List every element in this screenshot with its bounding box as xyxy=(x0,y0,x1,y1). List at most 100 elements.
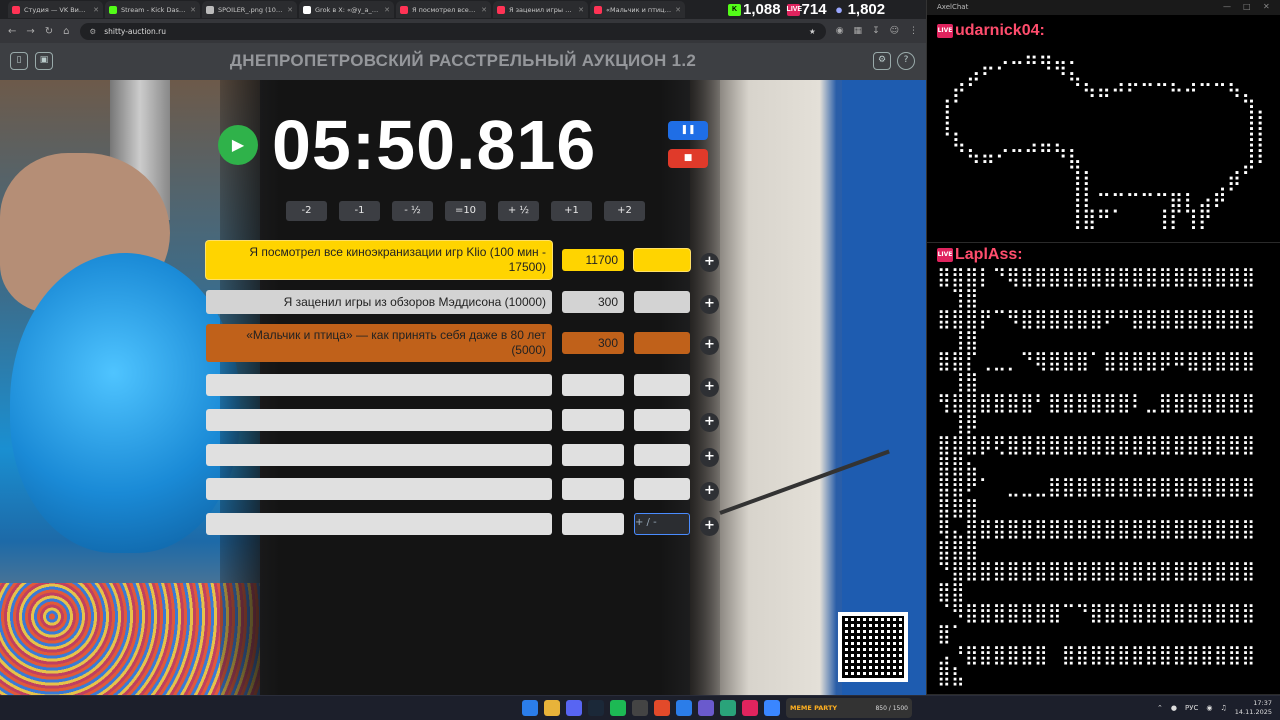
forward-icon[interactable]: → xyxy=(26,26,34,37)
browser-tab[interactable]: Я заценил игры из обз ✕ xyxy=(493,1,588,18)
back-icon[interactable]: ← xyxy=(8,26,16,37)
add-bid-button[interactable]: + xyxy=(700,252,719,272)
tab-label: Я заценил игры из обз xyxy=(509,5,574,14)
chat-art-line: ⣿⣿ xyxy=(937,581,965,603)
taskbar-app-icon[interactable] xyxy=(588,700,604,716)
site-info-icon[interactable]: ⚙ xyxy=(90,27,97,36)
lot-name[interactable]: «Мальчик и птица» — как принять себя даж… xyxy=(206,324,552,362)
add-bid-button[interactable]: + xyxy=(700,294,719,314)
download-icon[interactable]: ↧ xyxy=(872,26,880,36)
browser-tab[interactable]: Grok в X: «@y_a_d_i_r ✕ xyxy=(299,1,394,18)
pause-button[interactable]: ❚❚ xyxy=(668,121,708,140)
lot-extra-input[interactable]: + / - xyxy=(634,513,690,535)
minimize-icon[interactable]: — xyxy=(1223,2,1231,11)
lot-amount[interactable] xyxy=(562,478,624,500)
profile-icon[interactable]: ☺ xyxy=(890,26,899,36)
taskbar-app-icon[interactable] xyxy=(566,700,582,716)
stop-button[interactable]: ■ xyxy=(668,149,708,168)
mic-icon[interactable]: ● xyxy=(1171,704,1177,712)
help-button[interactable]: ? xyxy=(897,52,915,70)
timer-adjust-button[interactable]: -2 xyxy=(286,201,327,221)
lot-name[interactable] xyxy=(206,513,552,535)
tab-close-icon[interactable]: ✕ xyxy=(675,6,681,14)
add-bid-button[interactable]: + xyxy=(700,377,719,397)
chat-art-line: ⠀⠀⠀⠀⠀⠀⠀⠀⠀⢸⣧⣤⠄⠀⠀⢠⡿⢧⣾⠋⠀⠀⠀ xyxy=(937,196,1271,219)
lot-amount[interactable]: 300 xyxy=(562,291,624,313)
lot-amount[interactable]: 11700 xyxy=(562,249,624,271)
maximize-icon[interactable]: □ xyxy=(1243,2,1251,11)
taskbar-app-icon[interactable] xyxy=(676,700,692,716)
taskbar-app-icon[interactable] xyxy=(764,700,780,716)
lot-extra-input[interactable] xyxy=(634,291,690,313)
lot-name[interactable] xyxy=(206,478,552,500)
lot-amount[interactable] xyxy=(562,513,624,535)
lot-extra-input[interactable] xyxy=(634,444,690,466)
lot-name[interactable] xyxy=(206,374,552,396)
timer-adjust-button[interactable]: +1 xyxy=(551,201,592,221)
url-text[interactable]: shitty-auction.ru xyxy=(104,27,166,36)
wifi-icon[interactable]: ◉ xyxy=(1206,704,1212,712)
puzzle-icon[interactable]: ▦ xyxy=(854,26,863,36)
add-bid-button[interactable]: + xyxy=(700,516,719,536)
lot-extra-input[interactable] xyxy=(634,249,690,271)
add-bid-button[interactable]: + xyxy=(700,481,719,501)
browser-tab[interactable]: SPOILER_.png (1024× ✕ xyxy=(202,1,297,18)
taskbar-app-icon[interactable] xyxy=(522,700,538,716)
play-button[interactable]: ▶ xyxy=(218,125,258,165)
browser-tab[interactable]: Stream - Kick Dashboar ✕ xyxy=(105,1,200,18)
tab-close-icon[interactable]: ✕ xyxy=(190,6,196,14)
reload-icon[interactable]: ↻ xyxy=(45,26,53,37)
browser-tab[interactable]: Студия — VK Видео Li ✕ xyxy=(8,1,103,18)
lot-amount[interactable] xyxy=(562,374,624,396)
timer-adjust-button[interactable]: -1 xyxy=(339,201,380,221)
chat-art-line: ⣿⣿⡏⢀⣀⡀⠙⢿⣿⣿⣿⠁⣿⣿⣿⣿⡿⠿⣿⣿⣿⣿⣿ xyxy=(937,350,1256,372)
add-bid-button[interactable]: + xyxy=(700,447,719,467)
bookmark-star-icon[interactable]: ★ xyxy=(809,27,816,36)
settings-button[interactable]: ⚙ xyxy=(873,52,891,70)
chat-art-line: ⠈⠻⣿⣿⣿⣿⣿⣿⣿⠉⠙⣿⣿⣿⣿⣿⣿⣿⣿⣿⣿⣿⣿ xyxy=(937,602,1256,624)
timer-adjust-button[interactable]: + ½ xyxy=(498,201,539,221)
tab-label: Я посмотрел все кино xyxy=(412,5,477,14)
timer-adjust-button[interactable]: =10 xyxy=(445,201,486,221)
lot-amount[interactable]: 300 xyxy=(562,332,624,354)
lot-extra-input[interactable] xyxy=(634,478,690,500)
extension-icon[interactable]: ◉ xyxy=(836,26,844,36)
menu-icon[interactable]: ⋮ xyxy=(909,26,918,36)
volume-icon[interactable]: ♫ xyxy=(1221,704,1227,712)
tab-close-icon[interactable]: ✕ xyxy=(481,6,487,14)
lot-name[interactable] xyxy=(206,409,552,431)
chat-art-line: ⠈⢧⡀⠀⢀⣀⣠⣤⣄⡀⠀⠀⠀⠀⠀⠀⠀⠀⠀⠀⠀⢸⡇ xyxy=(937,130,1271,153)
taskbar-app-icon[interactable] xyxy=(632,700,648,716)
browser-tab[interactable]: Я посмотрел все кино ✕ xyxy=(396,1,491,18)
taskbar-app-icon[interactable] xyxy=(654,700,670,716)
chevron-up-icon[interactable]: ⌃ xyxy=(1157,704,1163,712)
tab-close-icon[interactable]: ✕ xyxy=(384,6,390,14)
lot-amount[interactable] xyxy=(562,409,624,431)
taskbar-app-icon[interactable] xyxy=(742,700,758,716)
clock[interactable]: 17:37 14.11.2025 xyxy=(1235,699,1272,717)
taskbar-app-icon[interactable] xyxy=(698,700,714,716)
home-icon[interactable]: ⌂ xyxy=(63,26,69,37)
browser-toolbar: ← → ↻ ⌂ ⚙ shitty-auction.ru ★ ◉ ▦ ↧ ☺ ⋮ xyxy=(0,19,926,43)
taskbar-app-icon[interactable] xyxy=(610,700,626,716)
add-bid-button[interactable]: + xyxy=(700,412,719,432)
taskbar-app-icon[interactable] xyxy=(544,700,560,716)
add-bid-button[interactable]: + xyxy=(700,335,719,355)
lot-amount[interactable] xyxy=(562,444,624,466)
lot-extra-input[interactable] xyxy=(634,409,690,431)
close-icon[interactable]: ✕ xyxy=(1263,2,1270,11)
tab-close-icon[interactable]: ✕ xyxy=(93,6,99,14)
timer-adjust-button[interactable]: +2 xyxy=(604,201,645,221)
timer-adjust-button[interactable]: - ½ xyxy=(392,201,433,221)
lot-name[interactable]: Я заценил игры из обзоров Мэддисона (100… xyxy=(206,290,552,314)
tab-close-icon[interactable]: ✕ xyxy=(578,6,584,14)
lot-extra-input[interactable] xyxy=(634,332,690,354)
browser-tab[interactable]: «Мальчик и птица» —✕ xyxy=(590,1,685,18)
lot-extra-input[interactable] xyxy=(634,374,690,396)
language-indicator[interactable]: РУС xyxy=(1185,704,1198,712)
lot-name[interactable] xyxy=(206,444,552,466)
address-bar[interactable]: ⚙ shitty-auction.ru ★ xyxy=(79,22,826,40)
lot-name[interactable]: Я посмотрел все киноэкранизации игр Klio… xyxy=(206,241,552,279)
taskbar-app-icon[interactable] xyxy=(720,700,736,716)
tab-close-icon[interactable]: ✕ xyxy=(287,6,293,14)
